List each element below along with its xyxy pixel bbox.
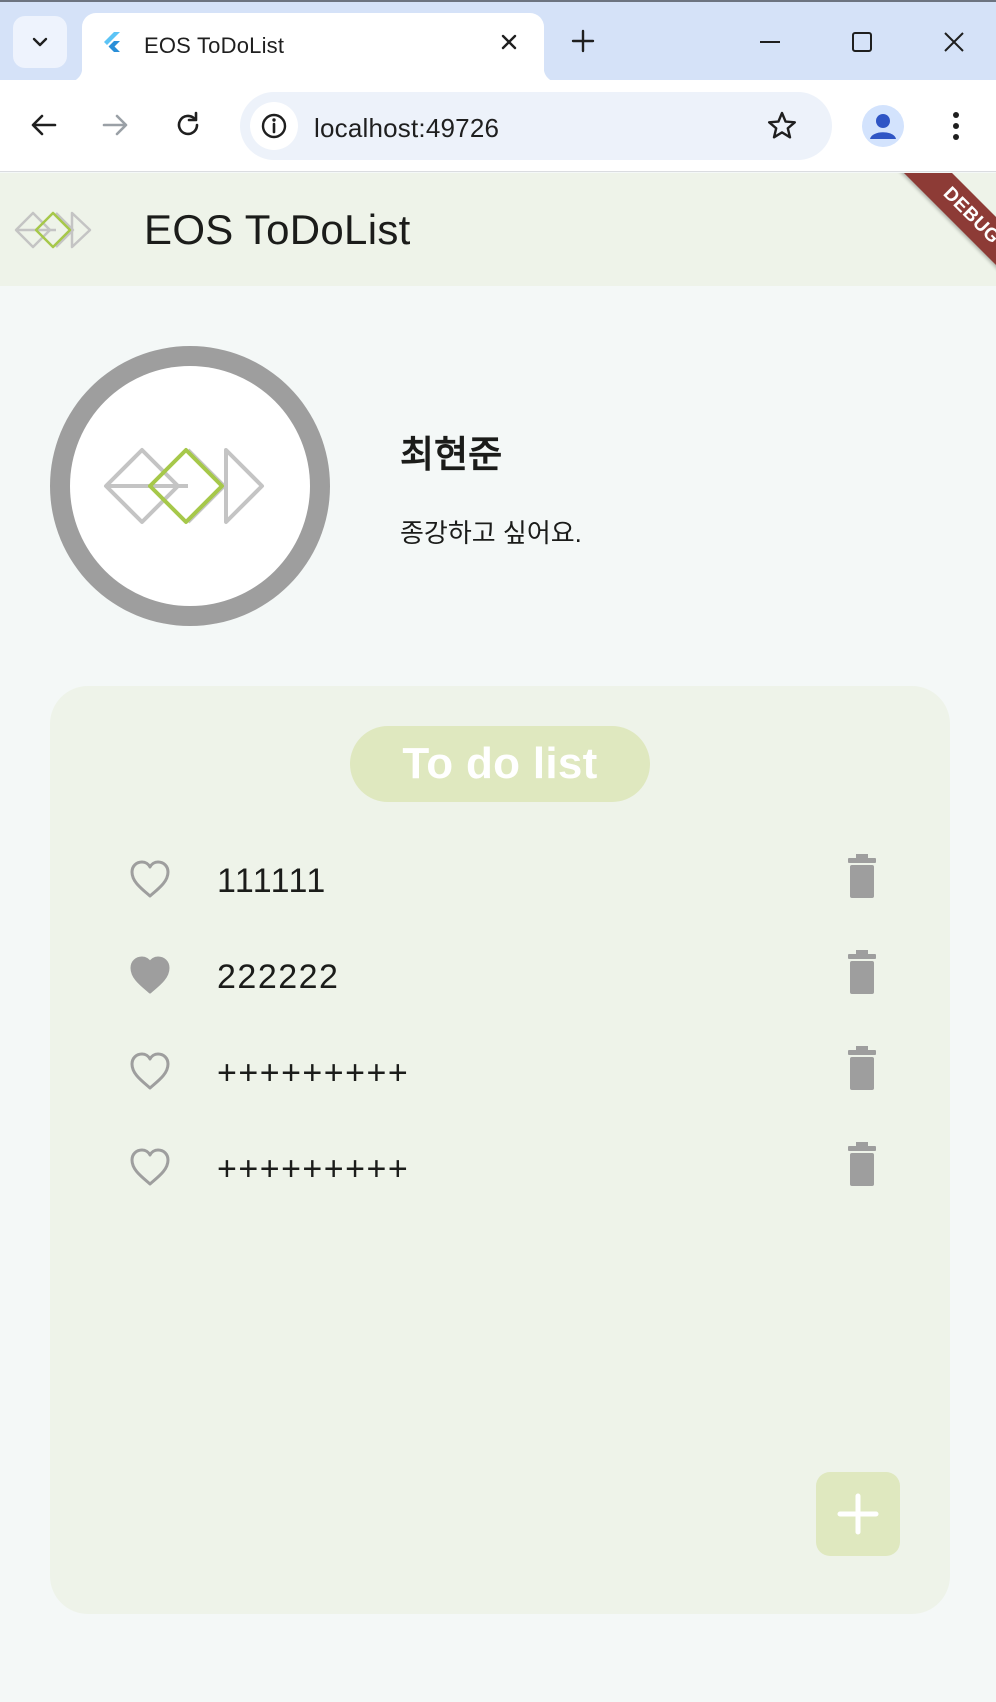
back-arrow-icon[interactable] bbox=[27, 108, 61, 142]
heart-outline-icon[interactable] bbox=[128, 858, 172, 900]
todo-item: +++++++++ bbox=[50, 1024, 950, 1120]
app-bar: EOS ToDoList bbox=[0, 173, 996, 286]
heart-filled-icon[interactable] bbox=[128, 954, 172, 996]
new-tab-icon[interactable] bbox=[568, 26, 598, 56]
reload-icon[interactable] bbox=[171, 108, 205, 142]
todo-text: +++++++++ bbox=[217, 1150, 410, 1188]
forward-arrow-icon[interactable] bbox=[98, 108, 132, 142]
minimize-icon[interactable] bbox=[752, 24, 788, 60]
url-text: localhost:49726 bbox=[314, 113, 500, 143]
tab-title: EOS ToDoList bbox=[144, 33, 285, 58]
address-bar[interactable]: localhost:49726 bbox=[240, 92, 832, 160]
browser-toolbar: localhost:49726 bbox=[0, 80, 996, 172]
window-close-icon[interactable] bbox=[936, 24, 972, 60]
profile-avatar-inner bbox=[70, 366, 310, 606]
eos-logo-icon bbox=[14, 211, 92, 249]
profile-avatar bbox=[50, 346, 330, 626]
maximize-icon[interactable] bbox=[844, 24, 880, 60]
browser-tab-active[interactable]: EOS ToDoList bbox=[68, 13, 558, 82]
flutter-icon bbox=[104, 32, 120, 52]
todo-text: +++++++++ bbox=[217, 1054, 410, 1092]
browser-profile-button[interactable] bbox=[862, 105, 904, 147]
trash-icon[interactable] bbox=[846, 1046, 878, 1090]
todo-item: 222222 bbox=[50, 928, 950, 1024]
tab-search-button[interactable] bbox=[13, 16, 67, 68]
todo-text: 222222 bbox=[217, 958, 340, 996]
bookmark-star-icon[interactable] bbox=[765, 109, 799, 143]
trash-icon[interactable] bbox=[846, 1142, 878, 1186]
todo-card: To do list 111111 222222 +++++++++ +++++… bbox=[50, 686, 950, 1614]
close-tab-icon[interactable] bbox=[496, 29, 522, 55]
heart-outline-icon[interactable] bbox=[128, 1146, 172, 1188]
info-icon bbox=[261, 113, 287, 139]
profile-name: 최현준 bbox=[400, 434, 503, 475]
chevron-down-icon bbox=[32, 37, 48, 47]
todo-item: +++++++++ bbox=[50, 1120, 950, 1216]
todo-list-header: To do list bbox=[350, 726, 650, 802]
todo-item: 111111 bbox=[50, 832, 950, 928]
eos-logo-icon bbox=[104, 448, 264, 524]
browser-tabstrip: EOS ToDoList bbox=[0, 0, 996, 82]
add-todo-button[interactable] bbox=[816, 1472, 900, 1556]
site-info-button[interactable] bbox=[250, 102, 298, 150]
heart-outline-icon[interactable] bbox=[128, 1050, 172, 1092]
profile-status-message: 종강하고 싶어요. bbox=[400, 518, 582, 548]
trash-icon[interactable] bbox=[846, 854, 878, 898]
more-menu-icon[interactable] bbox=[944, 107, 968, 145]
trash-icon[interactable] bbox=[846, 950, 878, 994]
todo-text: 111111 bbox=[217, 862, 327, 900]
app-title: EOS ToDoList bbox=[144, 206, 411, 253]
plus-icon bbox=[837, 1493, 879, 1535]
person-icon bbox=[870, 114, 896, 139]
